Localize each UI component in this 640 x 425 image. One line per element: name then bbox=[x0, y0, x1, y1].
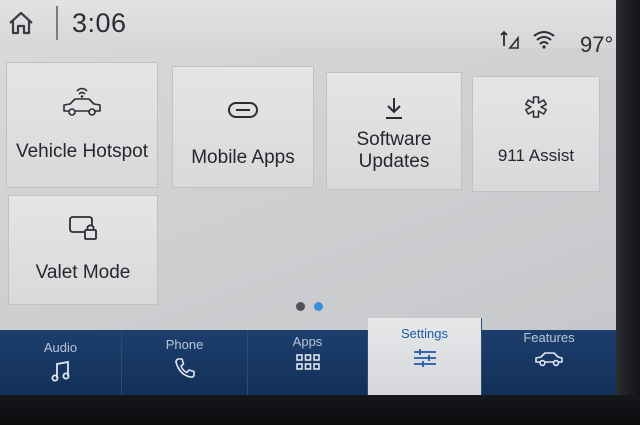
page-indicator bbox=[296, 302, 323, 311]
tile-label: Mobile Apps bbox=[191, 147, 295, 168]
nav-label: Settings bbox=[401, 326, 448, 341]
status-icons bbox=[498, 28, 556, 50]
nav-label: Features bbox=[523, 330, 575, 345]
medical-star-icon bbox=[525, 96, 547, 118]
screen-bezel-right bbox=[616, 0, 640, 425]
nav-label: Phone bbox=[165, 337, 204, 352]
status-bar: 3:06 97° bbox=[0, 0, 616, 57]
link-icon bbox=[228, 102, 258, 118]
home-button[interactable] bbox=[4, 6, 38, 40]
signal-arrows-icon bbox=[500, 30, 519, 49]
tile-label: Vehicle Hotspot bbox=[15, 141, 149, 162]
infotainment-screen: 3:06 97° Vehicle Hotspot Mobile Apps Sof… bbox=[0, 0, 616, 395]
nav-audio[interactable]: Audio bbox=[0, 330, 122, 395]
tile-label: Software Updates bbox=[356, 129, 432, 172]
car-icon bbox=[535, 352, 563, 367]
screen-bezel-bottom bbox=[0, 395, 640, 425]
page-dot-2-active[interactable] bbox=[314, 302, 323, 311]
tile-label: 911 Assist bbox=[497, 146, 575, 165]
bottom-nav: Audio Phone Apps Settings Features bbox=[0, 318, 616, 395]
nav-settings[interactable]: Settings bbox=[368, 318, 482, 395]
phone-icon bbox=[174, 358, 195, 378]
nav-label: Audio bbox=[43, 340, 78, 355]
home-icon bbox=[9, 11, 33, 35]
music-note-icon bbox=[51, 360, 69, 382]
nav-features[interactable]: Features bbox=[482, 324, 616, 395]
wifi-icon bbox=[533, 31, 555, 49]
apps-grid-icon bbox=[295, 354, 320, 370]
sliders-icon bbox=[413, 349, 436, 367]
nav-phone[interactable]: Phone bbox=[122, 330, 248, 395]
vehicle-hotspot-icon bbox=[63, 87, 101, 116]
status-divider bbox=[56, 6, 58, 40]
tile-valet-mode[interactable]: Valet Mode bbox=[8, 195, 158, 305]
clock: 3:06 bbox=[72, 8, 127, 38]
tile-software-updates[interactable]: Software Updates bbox=[326, 72, 462, 190]
tile-mobile-apps[interactable]: Mobile Apps bbox=[172, 66, 314, 188]
valet-lock-icon bbox=[69, 216, 97, 240]
tile-label: Valet Mode bbox=[35, 262, 131, 283]
nav-label: Apps bbox=[292, 334, 323, 349]
download-icon bbox=[386, 98, 402, 119]
tile-911-assist[interactable]: 911 Assist bbox=[472, 76, 600, 192]
nav-apps[interactable]: Apps bbox=[248, 330, 368, 395]
outside-temperature: 97° bbox=[580, 32, 614, 57]
page-dot-1[interactable] bbox=[296, 302, 305, 311]
tile-vehicle-hotspot[interactable]: Vehicle Hotspot bbox=[6, 62, 158, 188]
